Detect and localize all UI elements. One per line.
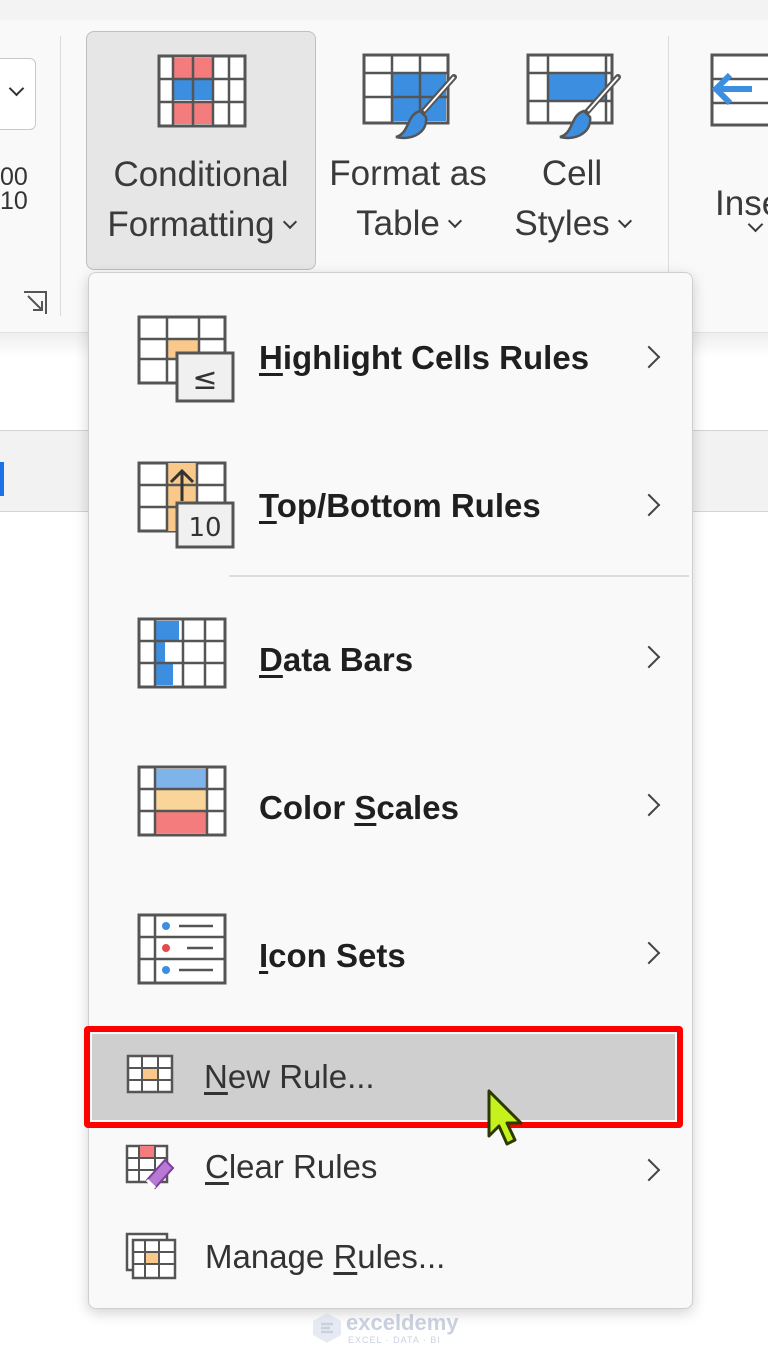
- decimal-indicator: 00 10: [0, 163, 28, 215]
- decimal-top: 00: [0, 163, 28, 191]
- number-format-dropdown[interactable]: [0, 58, 36, 130]
- manage-rules-label: Manage Rules...: [205, 1238, 445, 1276]
- chevron-right-icon: [637, 1158, 661, 1182]
- exceldemy-logo-icon: [313, 1313, 341, 1343]
- mnemonic: T: [259, 487, 277, 524]
- label-rest: con Sets: [268, 937, 406, 974]
- watermark-brand: exceldemy: [346, 1310, 459, 1335]
- menu-item-data-bars[interactable]: Data Bars: [89, 603, 692, 723]
- format-as-table-icon: [362, 53, 457, 140]
- chevron-down-icon: [8, 80, 25, 97]
- mnemonic: C: [205, 1148, 229, 1185]
- chevron-right-icon: [637, 645, 661, 669]
- label-rest: ata Bars: [282, 641, 414, 678]
- chevron-right-icon: [637, 493, 661, 517]
- data-bars-label: Data Bars: [259, 641, 413, 679]
- watermark-tagline: EXCEL · DATA · BI: [348, 1335, 441, 1345]
- ten-glyph: 10: [188, 513, 221, 543]
- label-rest: op/Bottom Rules: [276, 487, 541, 524]
- conditional-formatting-line2: Formatting: [107, 205, 275, 244]
- icon-sets-label: Icon Sets: [259, 937, 406, 975]
- menu-item-clear-rules[interactable]: Clear Rules: [89, 1128, 692, 1210]
- menu-separator: [229, 575, 689, 577]
- insert-cells-icon: [710, 53, 768, 127]
- format-as-table-button[interactable]: Format as Table: [318, 31, 498, 268]
- mouse-cursor-icon: [487, 1089, 523, 1146]
- conditional-formatting-icon: [157, 54, 247, 128]
- manage-rules-icon: [125, 1232, 177, 1280]
- format-as-table-line2: Table: [356, 204, 440, 243]
- mnemonic: H: [259, 339, 283, 376]
- top-bottom-rules-label: Top/Bottom Rules: [259, 487, 541, 525]
- conditional-formatting-line1: Conditional: [113, 155, 289, 194]
- data-bars-icon: [137, 617, 227, 689]
- highlight-cells-rules-label: Highlight Cells Rules: [259, 339, 589, 377]
- dialog-launcher-icon[interactable]: [22, 290, 48, 316]
- exceldemy-watermark: exceldemy EXCEL · DATA · BI: [312, 1310, 472, 1350]
- menu-item-icon-sets[interactable]: Icon Sets: [89, 899, 692, 1019]
- top-bottom-rules-icon: 10: [137, 461, 235, 549]
- icon-sets-icon: [137, 913, 227, 985]
- selection-indicator: [0, 462, 4, 496]
- conditional-formatting-menu: ≤ Highlight Cells Rules 10 Top/Bottom Ru…: [88, 272, 693, 1309]
- chevron-right-icon: [637, 941, 661, 965]
- mnemonic: I: [259, 937, 269, 974]
- menu-item-highlight-cells-rules[interactable]: ≤ Highlight Cells Rules: [89, 303, 692, 423]
- conditional-formatting-button[interactable]: Conditional Formatting: [86, 31, 316, 270]
- chevron-right-icon: [637, 793, 661, 817]
- label-rest: cales: [376, 789, 459, 826]
- mnemonic: D: [259, 641, 283, 678]
- cell-styles-button[interactable]: Cell Styles: [500, 31, 644, 268]
- chevron-down-icon: [617, 213, 632, 229]
- clear-rules-label: Clear Rules: [205, 1148, 377, 1186]
- menu-item-top-bottom-rules[interactable]: 10 Top/Bottom Rules: [89, 451, 692, 571]
- cell-styles-icon: [526, 53, 621, 140]
- ribbon-separator: [60, 36, 61, 316]
- conditional-formatting-line2-wrap: Formatting: [87, 200, 315, 250]
- format-as-table-line2-wrap: Table: [318, 199, 498, 249]
- clear-rules-icon: [125, 1144, 175, 1190]
- cell-styles-line2: Styles: [514, 204, 610, 243]
- chevron-down-icon: [447, 213, 462, 229]
- format-as-table-line1: Format as: [329, 154, 487, 193]
- insert-button[interactable]: Inse: [700, 31, 768, 268]
- label-rest: lear Rules: [228, 1148, 378, 1185]
- chevron-down-icon: [282, 214, 297, 230]
- label-rest: ules...: [357, 1238, 446, 1275]
- less-equal-glyph: ≤: [192, 362, 217, 397]
- color-scales-label: Color Scales: [259, 789, 459, 827]
- annotation-highlight-box: [84, 1026, 683, 1128]
- ribbon-top-bar: [0, 0, 768, 20]
- label-rest: ighlight Cells Rules: [282, 339, 590, 376]
- decimal-bottom: 10: [0, 187, 28, 215]
- mnemonic: R: [333, 1238, 358, 1275]
- color-scales-icon: [137, 765, 227, 837]
- menu-item-manage-rules[interactable]: Manage Rules...: [89, 1218, 692, 1300]
- label-pre: Color: [259, 789, 355, 826]
- label-pre: Manage: [205, 1238, 334, 1275]
- menu-item-color-scales[interactable]: Color Scales: [89, 751, 692, 871]
- chevron-right-icon: [637, 345, 661, 369]
- highlight-cells-rules-icon: ≤: [137, 315, 235, 403]
- cell-styles-line1: Cell: [541, 154, 603, 193]
- mnemonic: S: [354, 789, 377, 826]
- cell-styles-line2-wrap: Styles: [500, 199, 644, 249]
